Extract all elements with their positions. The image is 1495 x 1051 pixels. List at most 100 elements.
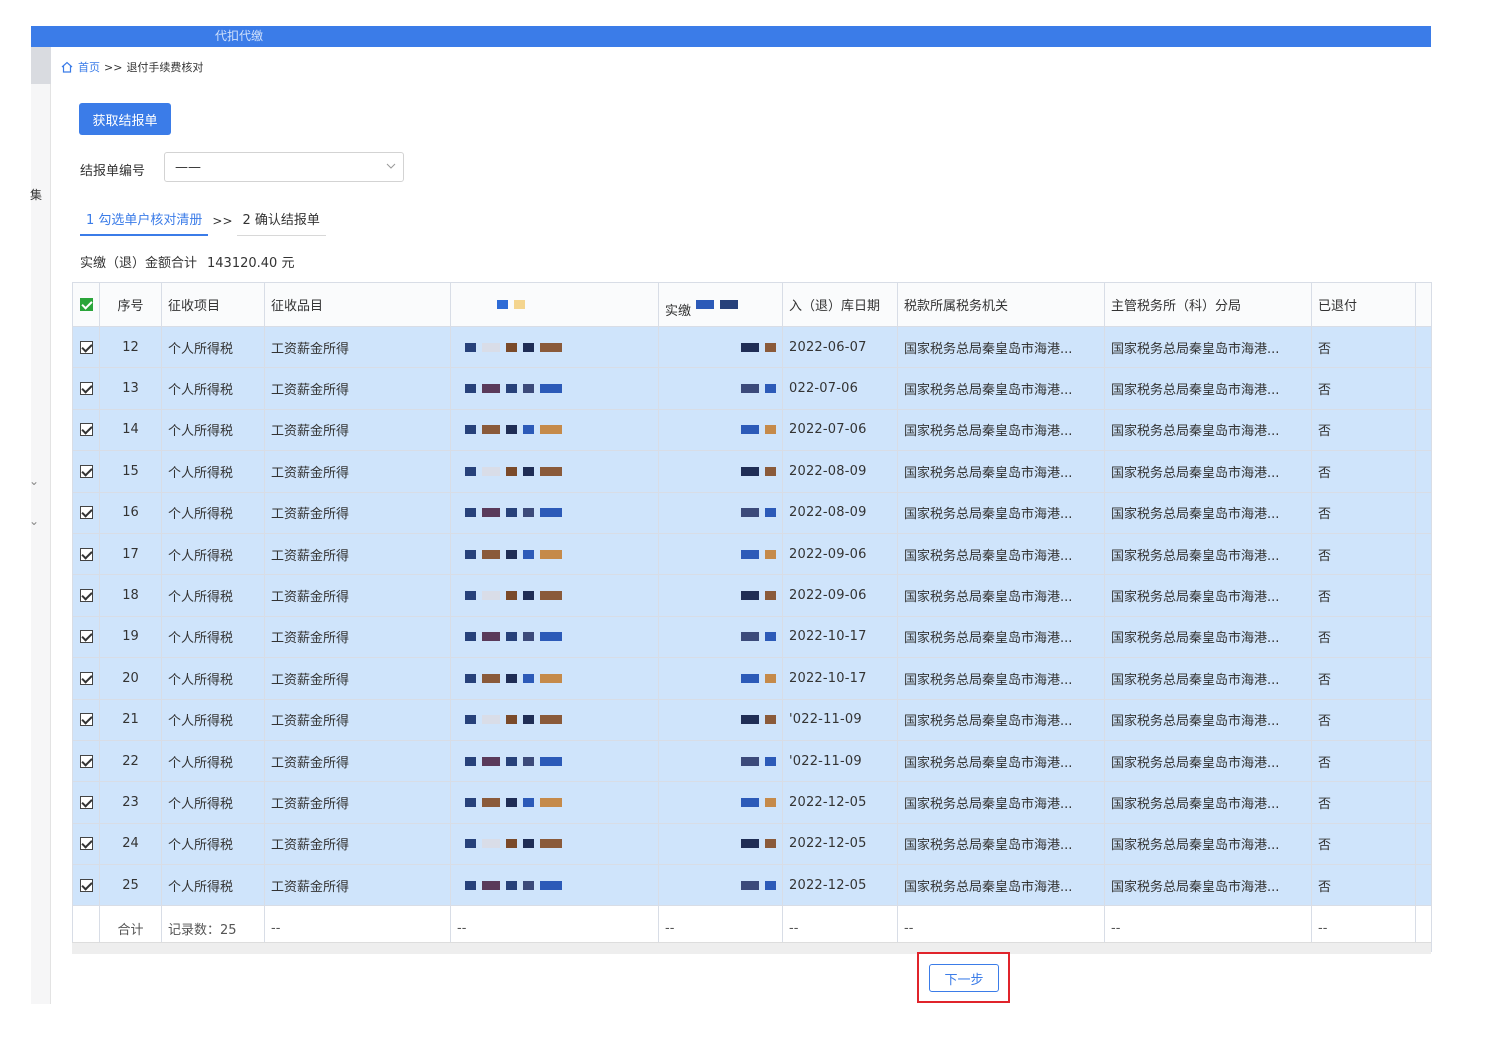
table-row[interactable]: 15 个人所得税 工资薪金所得 2022-08-09 国家税务总局秦皇岛市海港... 国家… bbox=[72, 450, 1432, 493]
cell-redacted bbox=[450, 450, 659, 493]
column-header[interactable]: 税款所属税务机关 bbox=[897, 282, 1105, 327]
row-checkbox[interactable] bbox=[79, 382, 93, 396]
cell-authority: 国家税务总局秦皇岛市海港... bbox=[897, 864, 1105, 907]
next-button-highlight: 下一步 bbox=[917, 952, 1010, 1003]
row-select-cell[interactable] bbox=[72, 781, 100, 824]
home-icon[interactable] bbox=[60, 60, 74, 74]
row-checkbox[interactable] bbox=[79, 547, 93, 561]
cell-spacer bbox=[1415, 698, 1432, 741]
row-checkbox[interactable] bbox=[79, 671, 93, 685]
select-all-checkbox[interactable] bbox=[79, 298, 93, 311]
row-select-cell[interactable] bbox=[72, 491, 100, 534]
cell-item: 个人所得税 bbox=[161, 532, 265, 576]
row-checkbox[interactable] bbox=[79, 795, 93, 809]
row-select-cell[interactable] bbox=[72, 615, 100, 659]
table-row[interactable]: 20 个人所得税 工资薪金所得 2022-10-17 国家税务总局秦皇岛市海港... 国家… bbox=[72, 657, 1432, 700]
table-row[interactable]: 16 个人所得税 工资薪金所得 2022-08-09 国家税务总局秦皇岛市海港... 国家… bbox=[72, 491, 1432, 534]
column-header[interactable]: 主管税务所（科）分局 bbox=[1104, 282, 1312, 327]
row-select-cell[interactable] bbox=[72, 408, 100, 452]
column-header[interactable]: 已退付 bbox=[1311, 282, 1416, 327]
row-checkbox[interactable] bbox=[79, 464, 93, 478]
row-checkbox[interactable] bbox=[79, 754, 93, 768]
chevron-down-icon[interactable]: ⌄ bbox=[29, 514, 39, 528]
row-checkbox[interactable] bbox=[79, 713, 93, 727]
next-step-button[interactable]: 下一步 bbox=[929, 964, 999, 992]
row-select-cell[interactable] bbox=[72, 739, 100, 783]
row-checkbox[interactable] bbox=[79, 423, 93, 437]
cell-authority: 国家税务总局秦皇岛市海港... bbox=[897, 574, 1105, 617]
cell-redacted bbox=[658, 864, 783, 907]
row-select-cell[interactable] bbox=[72, 657, 100, 700]
row-select-cell[interactable] bbox=[72, 450, 100, 493]
cell-redacted bbox=[450, 491, 659, 534]
table-row[interactable]: 21 个人所得税 工资薪金所得 '022-11-09 国家税务总局秦皇岛市海港... 国家… bbox=[72, 698, 1432, 741]
row-checkbox[interactable] bbox=[79, 589, 93, 603]
row-checkbox[interactable] bbox=[79, 506, 93, 520]
table-row[interactable]: 13 个人所得税 工资薪金所得 022-07-06 国家税务总局秦皇岛市海港... 国家税… bbox=[72, 367, 1432, 410]
row-checkbox[interactable] bbox=[79, 878, 93, 892]
cell-date: 2022-10-17 bbox=[782, 657, 898, 700]
column-header-redacted bbox=[450, 282, 659, 327]
table-row[interactable]: 14 个人所得税 工资薪金所得 2022-07-06 国家税务总局秦皇岛市海港... 国家… bbox=[72, 408, 1432, 452]
cell-sub-item: 工资薪金所得 bbox=[264, 864, 451, 907]
row-checkbox[interactable] bbox=[79, 837, 93, 851]
cell-redacted bbox=[450, 781, 659, 824]
column-header[interactable]: 入（退）库日期 bbox=[782, 282, 898, 327]
column-header[interactable]: 征收项目 bbox=[161, 282, 265, 327]
cell-sub-item: 工资薪金所得 bbox=[264, 574, 451, 617]
cell-item: 个人所得税 bbox=[161, 367, 265, 410]
cell-redacted bbox=[450, 325, 659, 369]
cell-date: '022-11-09 bbox=[782, 739, 898, 783]
breadcrumb-home-link[interactable]: 首页 bbox=[78, 59, 100, 75]
report-no-select[interactable]: —— bbox=[164, 152, 404, 182]
row-select-cell[interactable] bbox=[72, 822, 100, 866]
table-row[interactable]: 23 个人所得税 工资薪金所得 2022-12-05 国家税务总局秦皇岛市海港... 国家… bbox=[72, 781, 1432, 824]
table-row[interactable]: 25 个人所得税 工资薪金所得 2022-12-05 国家税务总局秦皇岛市海港... 国家… bbox=[72, 864, 1432, 907]
row-checkbox[interactable] bbox=[79, 630, 93, 644]
row-select-cell[interactable] bbox=[72, 325, 100, 369]
table-row[interactable]: 12 个人所得税 工资薪金所得 2022-06-07 国家税务总局秦皇岛市海港... 国家… bbox=[72, 325, 1432, 369]
row-checkbox[interactable] bbox=[79, 340, 93, 354]
cell-no: 14 bbox=[99, 408, 162, 452]
cell-no: 23 bbox=[99, 781, 162, 824]
summary-amount: 143120.40 bbox=[207, 256, 278, 271]
cell-sub-item: 工资薪金所得 bbox=[264, 657, 451, 700]
table-row[interactable]: 19 个人所得税 工资薪金所得 2022-10-17 国家税务总局秦皇岛市海港... 国家… bbox=[72, 615, 1432, 659]
cell-item: 个人所得税 bbox=[161, 491, 265, 534]
cell-date: 2022-10-17 bbox=[782, 615, 898, 659]
row-select-cell[interactable] bbox=[72, 864, 100, 907]
table-row[interactable]: 18 个人所得税 工资薪金所得 2022-09-06 国家税务总局秦皇岛市海港... 国家… bbox=[72, 574, 1432, 617]
column-header[interactable]: 实缴 bbox=[658, 282, 783, 327]
row-select-cell[interactable] bbox=[72, 367, 100, 410]
row-select-cell[interactable] bbox=[72, 574, 100, 617]
report-no-label: 结报单编号 bbox=[80, 164, 146, 179]
horizontal-scrollbar[interactable] bbox=[72, 942, 1431, 954]
select-all-cell[interactable] bbox=[72, 282, 100, 327]
fetch-report-button[interactable]: 获取结报单 bbox=[79, 103, 171, 135]
table-row[interactable]: 22 个人所得税 工资薪金所得 '022-11-09 国家税务总局秦皇岛市海港... 国家… bbox=[72, 739, 1432, 783]
cell-authority: 国家税务总局秦皇岛市海港... bbox=[897, 532, 1105, 576]
cell-branch: 国家税务总局秦皇岛市海港... bbox=[1104, 325, 1312, 369]
table-row[interactable]: 24 个人所得税 工资薪金所得 2022-12-05 国家税务总局秦皇岛市海港... 国家… bbox=[72, 822, 1432, 866]
table-row[interactable]: 17 个人所得税 工资薪金所得 2022-09-06 国家税务总局秦皇岛市海港... 国家… bbox=[72, 532, 1432, 576]
tab-step-1[interactable]: 1 勾选单户核对清册 bbox=[80, 206, 209, 236]
step-separator: >> bbox=[212, 214, 233, 228]
cell-spacer bbox=[1415, 491, 1432, 534]
column-header[interactable]: 序号 bbox=[99, 282, 162, 327]
row-select-cell[interactable] bbox=[72, 532, 100, 576]
cell-no: 12 bbox=[99, 325, 162, 369]
cell-date: '022-11-09 bbox=[782, 698, 898, 741]
cell-item: 个人所得税 bbox=[161, 615, 265, 659]
cell-redacted bbox=[450, 657, 659, 700]
cell-no: 16 bbox=[99, 491, 162, 534]
row-select-cell[interactable] bbox=[72, 698, 100, 741]
cell-branch: 国家税务总局秦皇岛市海港... bbox=[1104, 822, 1312, 866]
cell-redacted bbox=[658, 615, 783, 659]
column-header[interactable]: 征收品目 bbox=[264, 282, 451, 327]
cell-item: 个人所得税 bbox=[161, 698, 265, 741]
column-header-label: 实缴 bbox=[665, 304, 692, 319]
chevron-down-icon[interactable]: ⌄ bbox=[29, 474, 39, 488]
cell-date: 2022-12-05 bbox=[782, 864, 898, 907]
cell-branch: 国家税务总局秦皇岛市海港... bbox=[1104, 864, 1312, 907]
tab-step-2[interactable]: 2 确认结报单 bbox=[236, 206, 326, 236]
